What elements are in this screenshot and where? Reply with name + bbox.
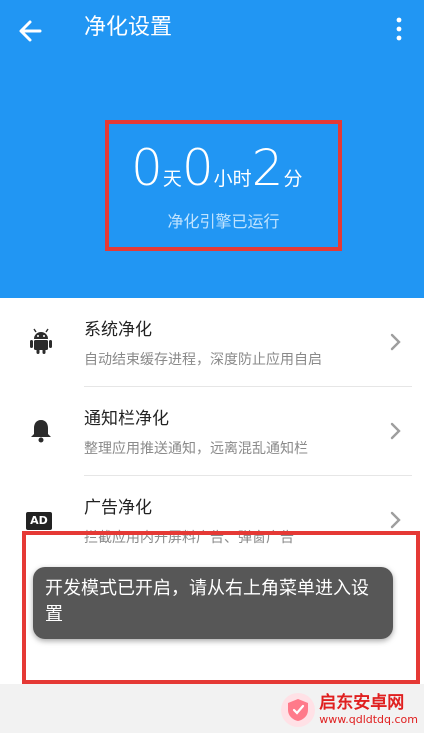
header-area: 净化设置 0天0小时2分 净化引擎已运行 xyxy=(0,0,424,298)
item-title: 通知栏净化 xyxy=(84,409,169,429)
item-title: 系统净化 xyxy=(84,320,152,340)
uptime-counter: 0天0小时2分 xyxy=(131,140,302,196)
bell-icon xyxy=(31,420,51,443)
minutes-unit: 分 xyxy=(283,168,303,190)
watermark-name: 启东安卓网 xyxy=(319,693,405,713)
site-watermark: 启东安卓网 www.qdldtdq.com xyxy=(281,691,418,729)
days-value: 0 xyxy=(131,139,163,197)
item-title: 广告净化 xyxy=(84,498,152,518)
watermark-logo-icon xyxy=(281,693,316,727)
toast-message: 开发模式已开启，请从右上角菜单进入设置 xyxy=(33,567,393,639)
uptime-highlight-box: 0天0小时2分 净化引擎已运行 xyxy=(105,120,342,251)
page-title: 净化设置 xyxy=(84,15,173,40)
list-item-system-clean[interactable]: 系统净化 自动结束缓存进程，深度防止应用自启 xyxy=(0,298,424,386)
hours-unit: 小时 xyxy=(213,168,252,190)
overflow-menu-button[interactable] xyxy=(390,16,408,42)
ad-icon: AD xyxy=(26,512,52,530)
back-button[interactable] xyxy=(14,14,48,48)
list-item-notification-clean[interactable]: 通知栏净化 整理应用推送通知，远离混乱通知栏 xyxy=(0,387,424,475)
arrow-left-icon xyxy=(19,20,42,42)
more-vert-icon xyxy=(396,17,402,41)
chevron-right-icon xyxy=(390,333,401,351)
engine-status: 净化引擎已运行 xyxy=(167,212,280,231)
chevron-right-icon xyxy=(390,422,401,440)
hours-value: 0 xyxy=(181,139,214,197)
minutes-value: 2 xyxy=(251,139,284,197)
days-unit: 天 xyxy=(162,168,182,190)
watermark-url: www.qdldtdq.com xyxy=(319,713,418,726)
item-subtitle: 整理应用推送通知，远离混乱通知栏 xyxy=(84,441,308,457)
item-subtitle: 自动结束缓存进程，深度防止应用自启 xyxy=(84,352,322,368)
shield-logo-icon xyxy=(288,699,309,721)
android-icon xyxy=(30,328,52,354)
chevron-right-icon xyxy=(390,511,401,529)
